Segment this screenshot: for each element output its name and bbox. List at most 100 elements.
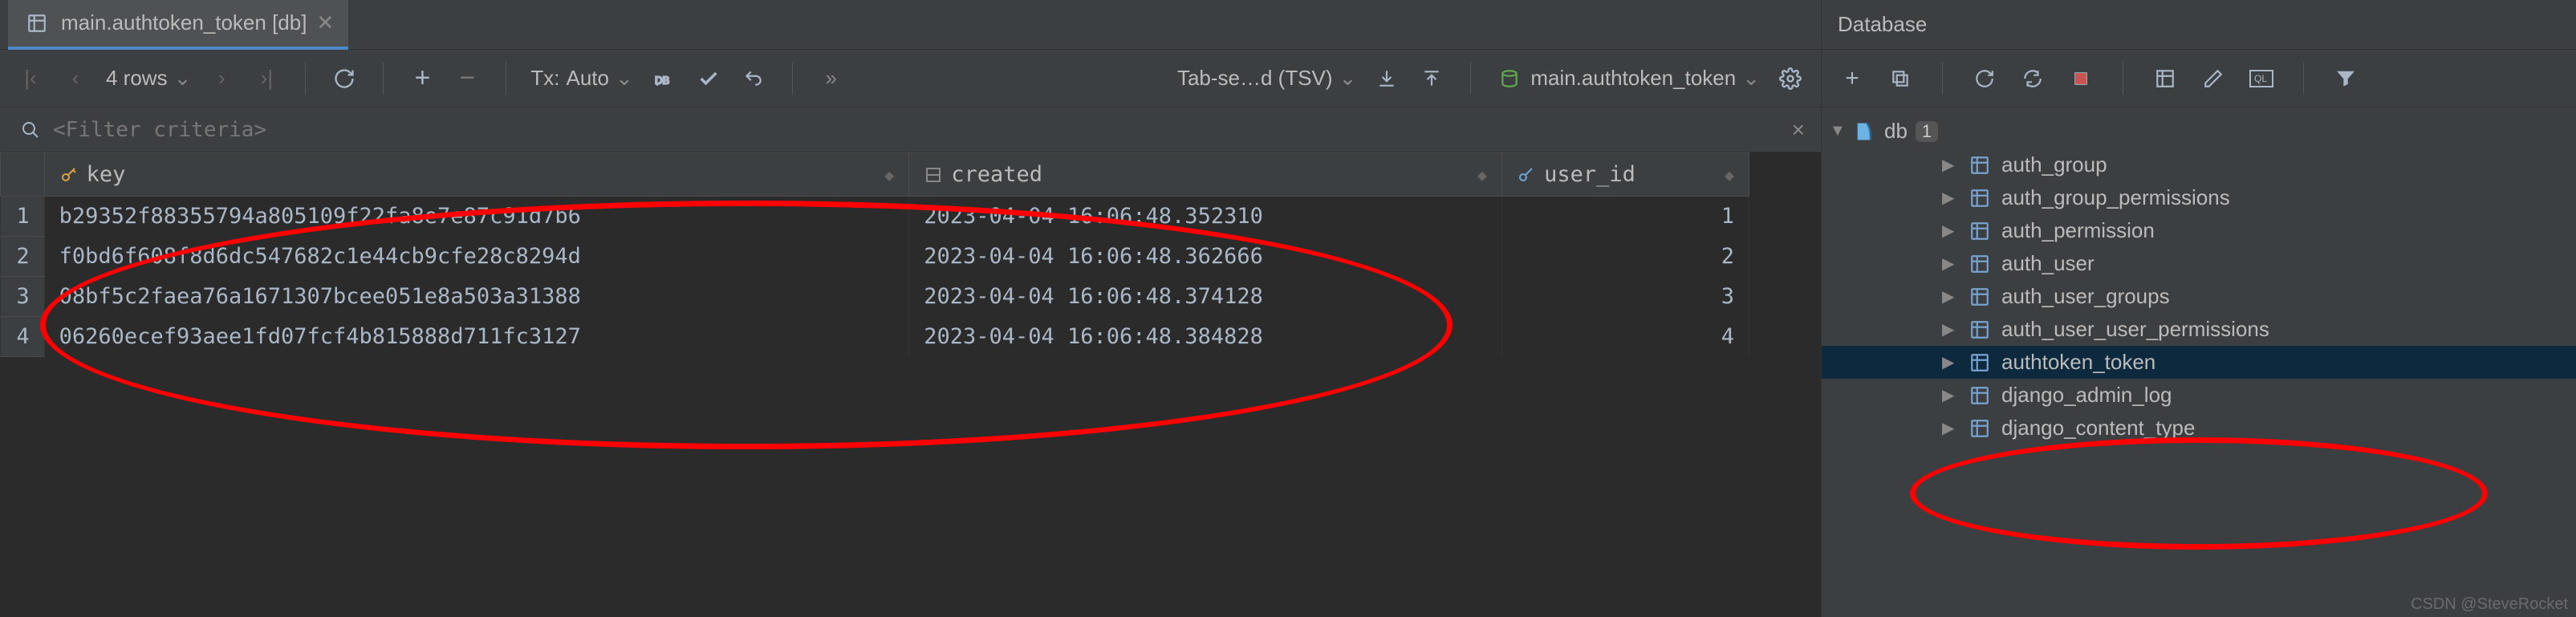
table-view-icon[interactable] bbox=[2151, 64, 2180, 93]
expand-icon[interactable]: ▶ bbox=[1942, 385, 1958, 405]
rows-count-dropdown[interactable]: 4 rows ⌄ bbox=[106, 66, 191, 91]
last-page-icon[interactable]: ›| bbox=[252, 64, 281, 93]
cell-userid[interactable]: 4 bbox=[1502, 317, 1749, 357]
settings-icon[interactable] bbox=[1776, 64, 1805, 93]
column-header-userid[interactable]: user_id ◆ bbox=[1502, 153, 1749, 197]
sort-icon[interactable]: ◆ bbox=[1477, 165, 1487, 185]
editor-tab[interactable]: main.authtoken_token [db] ✕ bbox=[8, 0, 348, 50]
expand-icon[interactable]: ▶ bbox=[1942, 352, 1958, 372]
db-count-badge: 1 bbox=[1916, 121, 1938, 142]
tree-table-item[interactable]: ▶auth_group bbox=[1822, 148, 2576, 181]
format-label: Tab-se…d (TSV) bbox=[1177, 66, 1333, 91]
cell-userid[interactable]: 2 bbox=[1502, 237, 1749, 277]
table-row[interactable]: 1 b29352f88355794a805109f22fa8e7e87c91d7b… bbox=[1, 197, 1749, 237]
submit-icon[interactable] bbox=[694, 64, 723, 93]
tree-table-item[interactable]: ▶django_admin_log bbox=[1822, 379, 2576, 412]
expand-icon[interactable]: ▶ bbox=[1942, 286, 1958, 306]
expand-icon[interactable]: ▶ bbox=[1942, 418, 1958, 438]
filter-icon[interactable] bbox=[2331, 64, 2360, 93]
more-icon[interactable]: » bbox=[817, 64, 846, 93]
tree-table-item[interactable]: ▶ django_content_type bbox=[1822, 412, 2576, 444]
console-icon[interactable]: QL bbox=[2247, 64, 2276, 93]
tree-table-item[interactable]: ▶ auth_user_user_permissions bbox=[1822, 313, 2576, 346]
row-number: 3 bbox=[1, 277, 45, 317]
edit-icon[interactable] bbox=[2199, 64, 2228, 93]
key-icon bbox=[59, 165, 79, 185]
table-name: auth_group_permissions bbox=[2001, 185, 2230, 210]
reload-icon[interactable] bbox=[330, 64, 359, 93]
table-icon bbox=[1969, 385, 1990, 406]
sort-icon[interactable]: ◆ bbox=[884, 165, 894, 185]
table-name: auth_permission bbox=[2001, 218, 2155, 243]
cell-userid[interactable]: 1 bbox=[1502, 197, 1749, 237]
expand-icon[interactable]: ▶ bbox=[1942, 319, 1958, 339]
tree-table-item[interactable]: ▶ auth_permission bbox=[1822, 214, 2576, 247]
stop-icon[interactable] bbox=[2066, 64, 2095, 93]
datasource-icon bbox=[1495, 64, 1524, 93]
table-icon bbox=[1969, 418, 1990, 439]
expand-icon[interactable]: ▶ bbox=[1942, 254, 1958, 274]
add-datasource-icon[interactable]: + bbox=[1838, 64, 1867, 93]
db-root[interactable]: ▼ db 1 bbox=[1822, 114, 2576, 148]
refresh-icon[interactable] bbox=[1970, 64, 1999, 93]
expand-icon[interactable]: ▶ bbox=[1942, 155, 1958, 175]
cell-created[interactable]: 2023-04-04 16:06:48.352310 bbox=[909, 197, 1502, 237]
close-icon[interactable]: ✕ bbox=[316, 10, 334, 35]
search-icon[interactable] bbox=[16, 116, 45, 144]
table-icon bbox=[1969, 155, 1990, 176]
db-root-label: db bbox=[1884, 119, 1908, 144]
add-row-icon[interactable]: + bbox=[408, 64, 437, 93]
chevron-down-icon: ⌄ bbox=[1742, 66, 1760, 91]
sync-icon[interactable] bbox=[2018, 64, 2047, 93]
tree-table-item[interactable]: ▶ auth_user_groups bbox=[1822, 280, 2576, 313]
table-name: django_content_type bbox=[2001, 416, 2195, 440]
datasource-dropdown[interactable]: main.authtoken_token ⌄ bbox=[1495, 64, 1760, 93]
commit-icon[interactable]: DB bbox=[649, 64, 678, 93]
tree-table-item[interactable]: ▶ auth_group_permissions bbox=[1822, 181, 2576, 214]
cell-key[interactable]: f0bd6f608f8d6dc547682c1e44cb9cfe28c8294d bbox=[44, 237, 909, 277]
column-header-created[interactable]: created ◆ bbox=[909, 153, 1502, 197]
filter-input[interactable] bbox=[53, 118, 1784, 142]
tree-table-item[interactable]: ▶ authtoken_token bbox=[1822, 346, 2576, 379]
rows-label: 4 rows bbox=[106, 66, 168, 91]
sort-icon[interactable]: ◆ bbox=[1725, 165, 1734, 185]
row-number: 2 bbox=[1, 237, 45, 277]
tree-table-item[interactable]: ▶ auth_user bbox=[1822, 247, 2576, 280]
table-row[interactable]: 4 06260ecef93aee1fd07fcf4b815888d711fc312… bbox=[1, 317, 1749, 357]
chevron-down-icon: ⌄ bbox=[616, 66, 633, 91]
col-userid-label: user_id bbox=[1544, 162, 1635, 187]
column-header-key[interactable]: key ◆ bbox=[44, 153, 909, 197]
first-page-icon[interactable]: |‹ bbox=[16, 64, 45, 93]
tx-mode-dropdown[interactable]: Tx: Auto ⌄ bbox=[530, 66, 632, 91]
tx-prefix: Tx: bbox=[530, 66, 559, 91]
table-name: auth_user bbox=[2001, 251, 2095, 276]
expand-icon[interactable]: ▶ bbox=[1942, 188, 1958, 208]
cell-key[interactable]: 08bf5c2faea76a1671307bcee051e8a503a31388 bbox=[44, 277, 909, 317]
db-title-label: Database bbox=[1838, 12, 1927, 37]
table-row[interactable]: 2f0bd6f608f8d6dc547682c1e44cb9cfe28c8294… bbox=[1, 237, 1749, 277]
export-format-dropdown[interactable]: Tab-se…d (TSV) ⌄ bbox=[1177, 66, 1356, 91]
remove-row-icon[interactable]: − bbox=[453, 64, 481, 93]
table-name: authtoken_token bbox=[2001, 350, 2155, 375]
cell-created[interactable]: 2023-04-04 16:06:48.384828 bbox=[909, 317, 1502, 357]
expand-icon[interactable]: ▼ bbox=[1830, 122, 1846, 140]
table-row[interactable]: 308bf5c2faea76a1671307bcee051e8a503a3138… bbox=[1, 277, 1749, 317]
cell-created[interactable]: 2023-04-04 16:06:48.362666 bbox=[909, 237, 1502, 277]
cell-key[interactable]: b29352f88355794a805109f22fa8e7e87c91d7b6 bbox=[44, 197, 909, 237]
download-icon[interactable] bbox=[1372, 64, 1401, 93]
table-name: auth_user_groups bbox=[2001, 284, 2170, 309]
duplicate-icon[interactable] bbox=[1886, 64, 1915, 93]
tab-title: main.authtoken_token [db] bbox=[61, 10, 307, 35]
clear-filter-icon[interactable]: × bbox=[1792, 117, 1805, 143]
cell-userid[interactable]: 3 bbox=[1502, 277, 1749, 317]
expand-icon[interactable]: ▶ bbox=[1942, 221, 1958, 241]
table-name: auth_user_user_permissions bbox=[2001, 317, 2269, 342]
cell-key[interactable]: 06260ecef93aee1fd07fcf4b815888d711fc3127 bbox=[44, 317, 909, 357]
rownum-header bbox=[1, 153, 45, 197]
cell-created[interactable]: 2023-04-04 16:06:48.374128 bbox=[909, 277, 1502, 317]
rollback-icon[interactable] bbox=[739, 64, 768, 93]
upload-icon[interactable] bbox=[1417, 64, 1446, 93]
table-icon bbox=[1969, 352, 1990, 373]
prev-page-icon[interactable]: ‹ bbox=[61, 64, 90, 93]
next-page-icon[interactable]: › bbox=[207, 64, 236, 93]
